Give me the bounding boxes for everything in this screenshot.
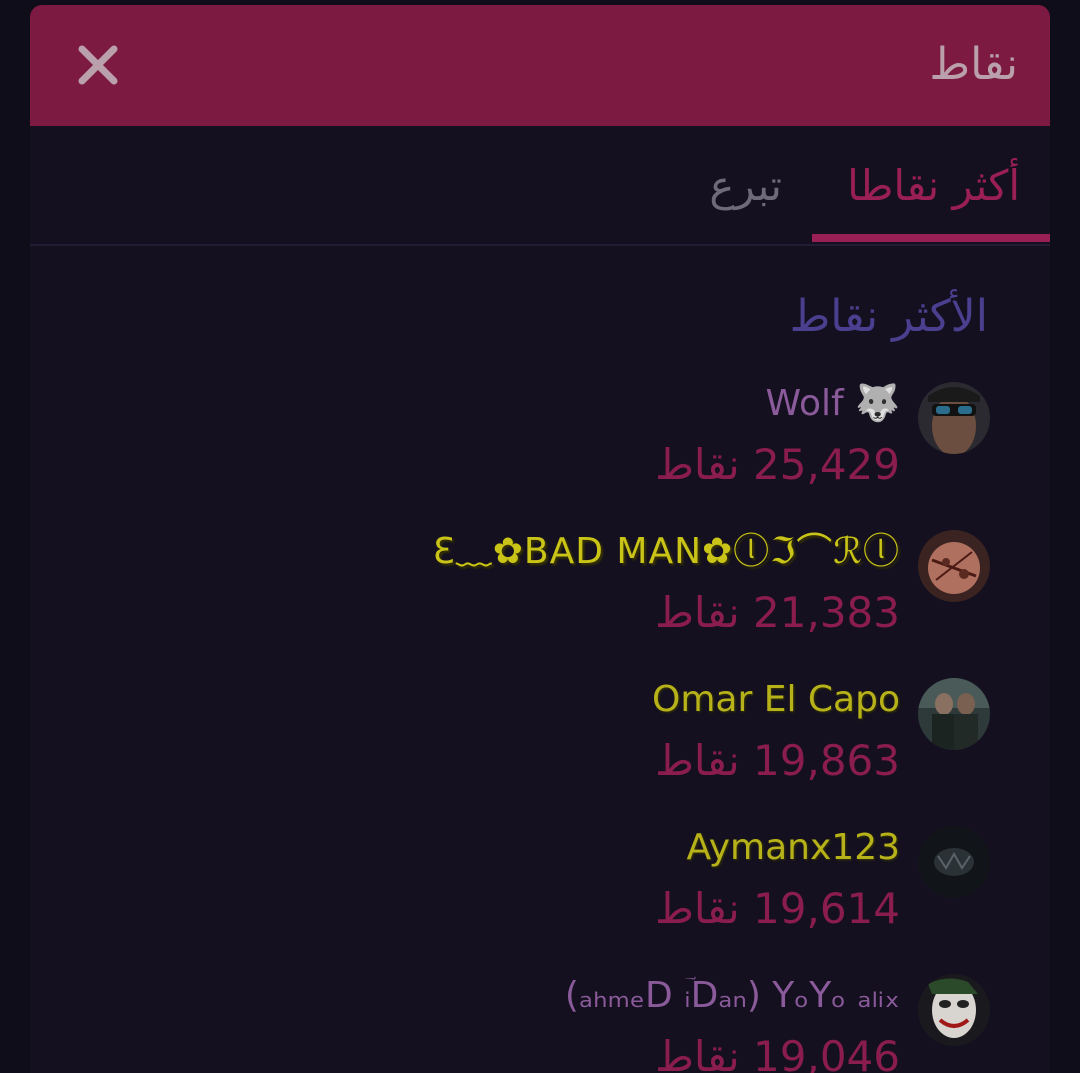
- user-name: (ₐₕₘₑD ؔᵢDₐₙ) YₒYₒ ₐₗᵢₓ: [564, 975, 900, 1016]
- list-item[interactable]: Wolf 🐺 25,429 نقاط: [410, 382, 990, 512]
- points-unit: نقاط: [655, 736, 740, 785]
- tab-donate[interactable]: تبرع: [709, 156, 782, 216]
- user-points: 21,383 نقاط: [655, 586, 900, 640]
- points-value: 25,429: [753, 440, 900, 489]
- list-item[interactable]: Ɛ︎﹏✿BAD MAN✿ⓛℑ⌒ℛⓛ 21,383 نقاط: [410, 530, 990, 660]
- user-name: Aymanx123: [686, 827, 900, 868]
- points-unit: نقاط: [655, 440, 740, 489]
- avatar[interactable]: [918, 974, 990, 1046]
- tab-bar: أكثر نقاطا تبرع: [30, 126, 1050, 246]
- points-value: 21,383: [753, 588, 900, 637]
- points-unit: نقاط: [655, 884, 740, 933]
- user-name: Wolf 🐺: [765, 383, 900, 424]
- user-name: Omar El Capo: [652, 679, 900, 720]
- list-item[interactable]: Aymanx123 19,614 نقاط: [410, 826, 990, 956]
- points-value: 19,863: [753, 736, 900, 785]
- close-icon: [78, 45, 118, 85]
- close-button[interactable]: [76, 43, 120, 87]
- dialog-title: نقاط: [929, 39, 1018, 90]
- points-value: 19,046: [753, 1032, 900, 1073]
- user-points: 19,863 نقاط: [655, 734, 900, 788]
- points-dialog: نقاط أكثر نقاطا تبرع الأكثر نقاط Wolf 🐺 …: [30, 5, 1050, 1073]
- active-tab-indicator: [812, 234, 1050, 242]
- user-points: 19,614 نقاط: [655, 882, 900, 936]
- points-unit: نقاط: [655, 588, 740, 637]
- dialog-header: نقاط: [30, 5, 1050, 126]
- points-value: 19,614: [753, 884, 900, 933]
- list-item[interactable]: Omar El Capo 19,863 نقاط: [410, 678, 990, 808]
- avatar[interactable]: [918, 382, 990, 454]
- points-unit: نقاط: [655, 1032, 740, 1073]
- user-points: 19,046 نقاط: [655, 1030, 900, 1073]
- list-item[interactable]: (ₐₕₘₑD ؔᵢDₐₙ) YₒYₒ ₐₗᵢₓ 19,046 نقاط: [410, 974, 990, 1073]
- user-name: Ɛ︎﹏✿BAD MAN✿ⓛℑ⌒ℛⓛ: [432, 531, 900, 572]
- tab-most-points[interactable]: أكثر نقاطا: [847, 156, 1020, 216]
- section-title: الأكثر نقاط: [789, 291, 988, 342]
- avatar[interactable]: [918, 826, 990, 898]
- avatar[interactable]: [918, 678, 990, 750]
- user-points: 25,429 نقاط: [655, 438, 900, 492]
- avatar[interactable]: [918, 530, 990, 602]
